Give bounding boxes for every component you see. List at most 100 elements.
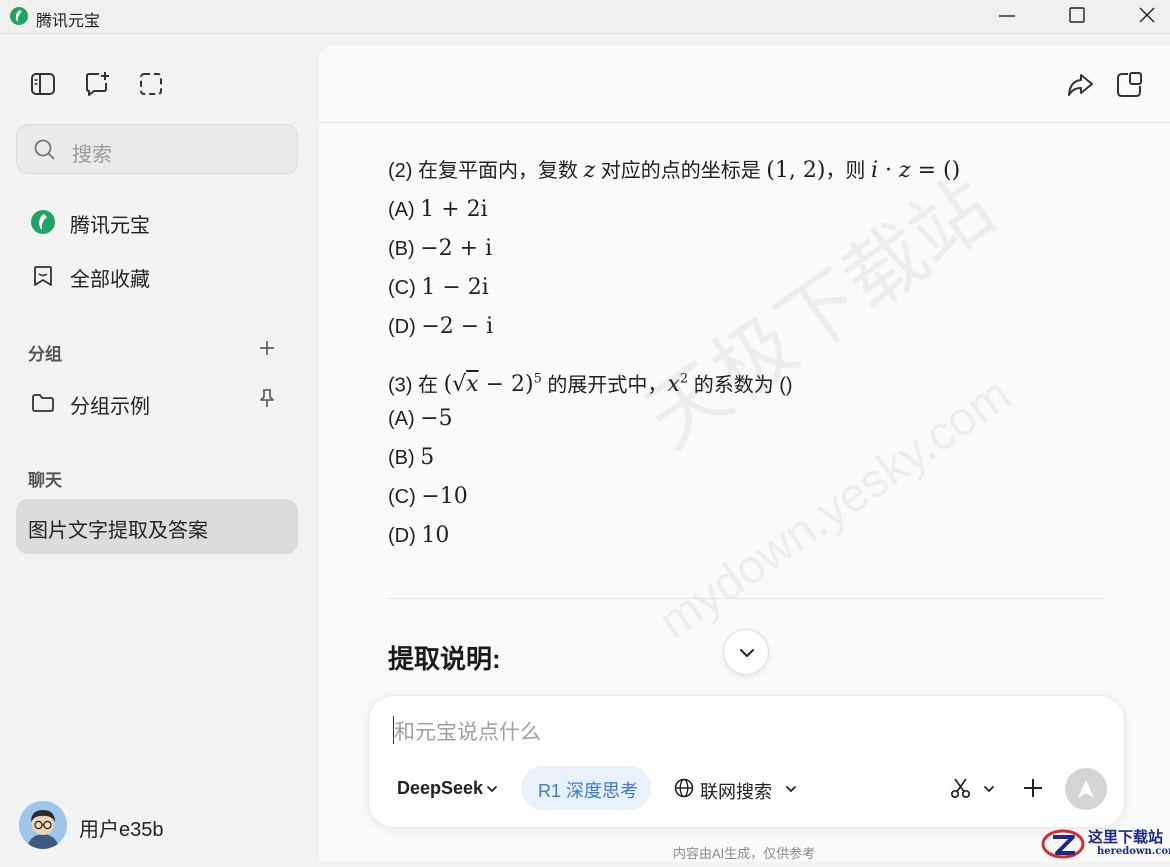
q3-mid1: 的展开式中， [541,374,668,397]
q3-math-x2: x2 [667,372,689,398]
deep-think-label: R1 深度思考 [538,781,639,801]
option-math: 1 + 2i [420,197,488,222]
chevron-down-icon [786,786,796,793]
q3-option: (D) 10 [388,516,1108,555]
nav-item-label: 全部收藏 [70,269,150,291]
option-math: −2 + i [420,236,493,261]
option-math: −10 [421,484,468,509]
maximize-icon [1069,7,1085,23]
option-math: 10 [421,523,450,548]
chats-section-title: 聊天 [28,471,62,490]
scissors-icon[interactable] [949,776,973,800]
send-arrow-icon [1078,780,1094,798]
pin-icon[interactable] [258,388,276,408]
q2-option: (B) −2 + i [388,229,1108,268]
chat-item-label: 图片文字提取及答案 [28,520,208,542]
close-icon [1139,7,1155,23]
new-window-icon[interactable] [1114,70,1144,100]
search-icon [34,139,55,160]
chevron-down-icon [740,649,754,657]
groups-section-title: 分组 [28,345,62,364]
nav-item-label: 腾讯元宝 [70,215,150,237]
close-window-button[interactable] [1117,0,1170,34]
composer-input[interactable]: 和元宝说点什么 [394,716,541,746]
option-label: (D) [388,525,416,547]
q3-option: (B) 5 [388,438,1108,477]
q3-prefix: (3) 在 [388,374,444,397]
chat-panel: 天极下载站 mydown.yesky.com (2) 在复平面内，复数 z 对应… [319,45,1170,862]
model-selector[interactable]: DeepSeek [397,778,497,799]
site-logo-icon [1041,829,1085,859]
site-logo-url: heredown.com [1097,846,1170,857]
message-content: (2) 在复平面内，复数 z 对应的点的坐标是 (1, 2)，则 i · z =… [388,151,1108,555]
q3-mid2: 的系数为 () [688,374,793,397]
option-label: (D) [388,316,416,338]
attach-plus-icon[interactable] [1021,776,1045,800]
yuanbao-logo-icon [31,210,55,234]
q3-option: (C) −10 [388,477,1108,516]
share-icon[interactable] [1065,70,1095,100]
group-item[interactable]: 分组示例 [16,378,298,426]
folder-icon [32,394,54,412]
globe-icon [674,778,694,798]
q2-option: (D) −2 − i [388,307,1108,346]
site-logo: 这里下载站 heredown.com [1040,826,1170,862]
add-group-icon[interactable] [257,338,277,358]
q2-prefix: (2) 在复平面内，复数 [388,160,584,182]
option-label: (A) [388,199,415,221]
divider [388,598,1104,599]
sidebar: 搜索 腾讯元宝 全部收藏 分组 分组示例 聊天 图片文字提取及答案 用户e35b [0,35,318,862]
nav-item-yuanbao[interactable]: 腾讯元宝 [16,197,298,245]
send-button[interactable] [1065,768,1107,810]
model-label: DeepSeek [397,778,484,798]
q2-mid1: 对应的点的坐标是 [595,160,767,182]
q2-math-point: (1, 2) [766,158,826,183]
chat-header [319,45,1170,123]
chat-item-active[interactable]: 图片文字提取及答案 [16,499,298,554]
q3-math-binomial: (√x − 2)5 [443,372,542,398]
user-name: 用户e35b [79,819,164,841]
option-label: (A) [388,408,415,430]
option-label: (B) [388,447,415,469]
option-label: (C) [388,277,416,299]
q2-mid2: ，则 [825,160,871,182]
web-search-label: 联网搜索 [700,782,772,802]
ai-disclaimer: 内容由AI生成，仅供参考 [673,846,816,861]
chevron-down-icon [487,786,497,793]
title-bar: 腾讯元宝 [0,0,1170,34]
scroll-to-bottom-button[interactable] [723,629,769,675]
group-item-label: 分组示例 [70,396,150,418]
search-placeholder: 搜索 [72,144,112,166]
chevron-down-icon[interactable] [982,782,996,796]
extract-heading: 提取说明: [388,644,501,674]
option-label: (C) [388,486,416,508]
option-math: 1 − 2i [421,275,489,300]
q2-math-z: z [583,158,596,183]
q2-option: (C) 1 − 2i [388,268,1108,307]
screenshot-icon[interactable] [136,69,166,99]
q2-option: (A) 1 + 2i [388,190,1108,229]
bookmark-icon [34,266,52,286]
message-composer[interactable]: 和元宝说点什么 DeepSeek R1 深度思考 联网搜索 [368,695,1125,828]
yuanbao-logo-icon [10,7,28,25]
question-3-stem: (3) 在 (√x − 2)5 的展开式中，x2 的系数为 () [388,360,1108,399]
q3-option: (A) −5 [388,399,1108,438]
q2-math-expr: i · z = () [871,158,961,183]
minimize-icon [999,15,1015,17]
search-input[interactable]: 搜索 [16,124,298,174]
option-label: (B) [388,238,415,260]
maximize-button[interactable] [1047,0,1107,34]
minimize-button[interactable] [977,0,1037,34]
option-math: −5 [420,406,453,431]
user-profile[interactable]: 用户e35b [19,801,219,851]
app-title: 腾讯元宝 [36,13,101,30]
question-2-stem: (2) 在复平面内，复数 z 对应的点的坐标是 (1, 2)，则 i · z =… [388,151,1108,190]
toggle-sidebar-icon[interactable] [28,69,58,99]
option-math: −2 − i [421,314,494,339]
site-logo-name: 这里下载站 [1088,828,1164,846]
nav-item-favorites[interactable]: 全部收藏 [16,251,298,299]
option-math: 5 [420,445,435,470]
deep-think-toggle[interactable]: R1 深度思考 [521,766,651,810]
avatar [19,801,67,849]
new-chat-icon[interactable] [82,69,112,99]
